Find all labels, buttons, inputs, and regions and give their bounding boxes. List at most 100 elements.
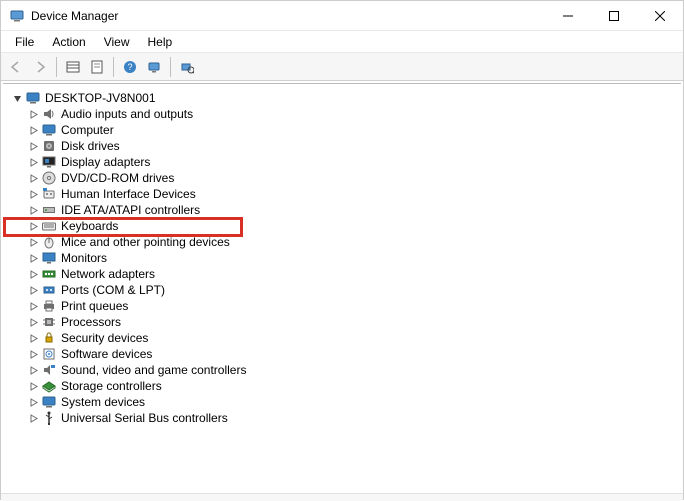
caret-right-icon[interactable] — [27, 268, 39, 280]
category-label: System devices — [61, 394, 145, 410]
caret-right-icon[interactable] — [27, 236, 39, 248]
display-icon — [41, 154, 57, 170]
disk-icon — [41, 138, 57, 154]
caret-right-icon[interactable] — [27, 204, 39, 216]
toolbar-back-button — [5, 56, 27, 78]
minimize-button[interactable] — [545, 1, 591, 31]
category-sound-video-and-game-controllers[interactable]: Sound, video and game controllers — [7, 362, 677, 378]
window-title: Device Manager — [31, 9, 118, 23]
category-disk-drives[interactable]: Disk drives — [7, 138, 677, 154]
maximize-button[interactable] — [591, 1, 637, 31]
caret-right-icon[interactable] — [27, 300, 39, 312]
caret-right-icon[interactable] — [27, 156, 39, 168]
caret-right-icon[interactable] — [27, 364, 39, 376]
toolbar-help-button[interactable]: ? — [119, 56, 141, 78]
category-monitors[interactable]: Monitors — [7, 250, 677, 266]
scan-hardware-icon — [180, 60, 194, 74]
category-software-devices[interactable]: Software devices — [7, 346, 677, 362]
menubar: FileActionViewHelp — [1, 31, 683, 53]
toolbar-properties-button[interactable] — [86, 56, 108, 78]
caret-right-icon[interactable] — [27, 252, 39, 264]
menu-view[interactable]: View — [96, 33, 138, 51]
category-ports-com-lpt[interactable]: Ports (COM & LPT) — [7, 282, 677, 298]
soundvideo-icon — [41, 362, 57, 378]
category-label: DVD/CD-ROM drives — [61, 170, 174, 186]
category-label: Computer — [61, 122, 114, 138]
caret-right-icon[interactable] — [27, 124, 39, 136]
device-tree-panel[interactable]: DESKTOP-JV8N001 Audio inputs and outputs… — [3, 83, 681, 493]
toolbar-separator — [113, 57, 114, 77]
category-human-interface-devices[interactable]: Human Interface Devices — [7, 186, 677, 202]
ide-icon — [41, 202, 57, 218]
keyboard-icon — [41, 218, 57, 234]
tree-root-node[interactable]: DESKTOP-JV8N001 — [7, 90, 677, 106]
toolbar-separator — [170, 57, 171, 77]
computer-icon-btn-icon — [147, 60, 161, 74]
audio-icon — [41, 106, 57, 122]
toolbar-show-hidden-button[interactable] — [62, 56, 84, 78]
menu-help[interactable]: Help — [140, 33, 181, 51]
caret-right-icon[interactable] — [27, 412, 39, 424]
close-button[interactable] — [637, 1, 683, 31]
computer-icon — [41, 122, 57, 138]
titlebar: Device Manager — [1, 1, 683, 31]
category-label: Print queues — [61, 298, 128, 314]
category-storage-controllers[interactable]: Storage controllers — [7, 378, 677, 394]
cpu-icon — [41, 314, 57, 330]
caret-right-icon[interactable] — [27, 140, 39, 152]
show-hidden-icon — [66, 60, 80, 74]
storage-icon — [41, 378, 57, 394]
category-network-adapters[interactable]: Network adapters — [7, 266, 677, 282]
category-keyboards[interactable]: Keyboards — [7, 218, 677, 234]
caret-right-icon[interactable] — [27, 348, 39, 360]
caret-right-icon[interactable] — [27, 108, 39, 120]
category-label: Universal Serial Bus controllers — [61, 410, 228, 426]
mouse-icon — [41, 234, 57, 250]
caret-right-icon[interactable] — [27, 332, 39, 344]
category-label: Network adapters — [61, 266, 155, 282]
security-icon — [41, 330, 57, 346]
category-dvd-cd-rom-drives[interactable]: DVD/CD-ROM drives — [7, 170, 677, 186]
category-processors[interactable]: Processors — [7, 314, 677, 330]
category-label: Keyboards — [61, 218, 118, 234]
category-label: Sound, video and game controllers — [61, 362, 246, 378]
caret-right-icon[interactable] — [27, 396, 39, 408]
back-icon — [9, 60, 23, 74]
forward-icon — [33, 60, 47, 74]
category-mice-and-other-pointing-devices[interactable]: Mice and other pointing devices — [7, 234, 677, 250]
ports-icon — [41, 282, 57, 298]
category-label: Processors — [61, 314, 121, 330]
category-label: IDE ATA/ATAPI controllers — [61, 202, 200, 218]
category-display-adapters[interactable]: Display adapters — [7, 154, 677, 170]
caret-right-icon[interactable] — [27, 220, 39, 232]
app-icon — [9, 8, 25, 24]
category-label: Storage controllers — [61, 378, 162, 394]
menu-action[interactable]: Action — [44, 33, 93, 51]
toolbar-scan-hardware-button[interactable] — [176, 56, 198, 78]
network-icon — [41, 266, 57, 282]
toolbar: ? — [1, 53, 683, 81]
system-icon — [41, 394, 57, 410]
toolbar-computer-icon-btn-button[interactable] — [143, 56, 165, 78]
caret-right-icon[interactable] — [27, 380, 39, 392]
disc-icon — [41, 170, 57, 186]
root-node-label: DESKTOP-JV8N001 — [45, 90, 156, 106]
caret-right-icon[interactable] — [27, 188, 39, 200]
toolbar-forward-button — [29, 56, 51, 78]
menu-file[interactable]: File — [7, 33, 42, 51]
printer-icon — [41, 298, 57, 314]
category-security-devices[interactable]: Security devices — [7, 330, 677, 346]
caret-right-icon[interactable] — [27, 316, 39, 328]
category-audio-inputs-and-outputs[interactable]: Audio inputs and outputs — [7, 106, 677, 122]
category-universal-serial-bus-controllers[interactable]: Universal Serial Bus controllers — [7, 410, 677, 426]
category-system-devices[interactable]: System devices — [7, 394, 677, 410]
category-ide-ata-atapi-controllers[interactable]: IDE ATA/ATAPI controllers — [7, 202, 677, 218]
toolbar-separator — [56, 57, 57, 77]
caret-right-icon[interactable] — [27, 284, 39, 296]
caret-down-icon[interactable] — [11, 92, 23, 104]
category-label: Security devices — [61, 330, 148, 346]
caret-right-icon[interactable] — [27, 172, 39, 184]
category-print-queues[interactable]: Print queues — [7, 298, 677, 314]
category-label: Mice and other pointing devices — [61, 234, 230, 250]
category-computer[interactable]: Computer — [7, 122, 677, 138]
